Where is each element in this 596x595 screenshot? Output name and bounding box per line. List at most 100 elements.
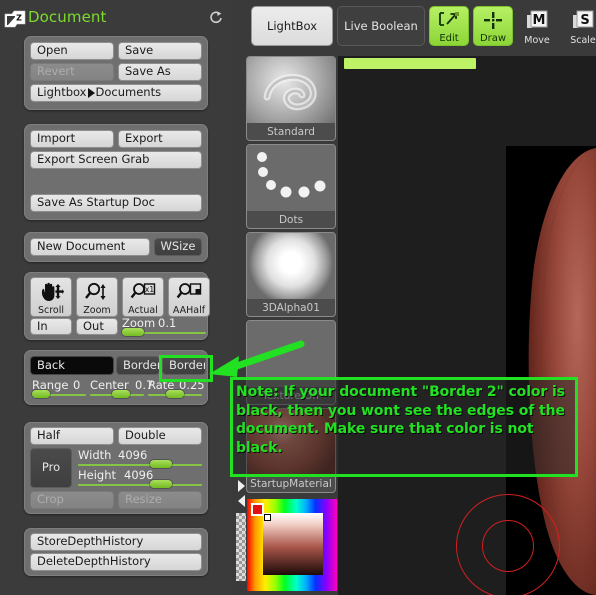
center-slider-knob[interactable] bbox=[112, 390, 130, 398]
aahalf-label: AAHalf bbox=[172, 304, 206, 316]
live-boolean-button[interactable]: Live Boolean bbox=[337, 6, 425, 46]
delete-depth-history-button[interactable]: DeleteDepthHistory bbox=[30, 553, 202, 571]
document-canvas[interactable] bbox=[338, 56, 596, 595]
lightbox-documents-button[interactable]: Lightbox Documents bbox=[30, 84, 202, 102]
save-as-startup-doc-button[interactable]: Save As Startup Doc bbox=[30, 194, 202, 212]
wsize-button[interactable]: WSize bbox=[154, 238, 202, 256]
stroke-dots-preview bbox=[247, 145, 335, 211]
width-slider-label: Width bbox=[78, 448, 112, 462]
width-slider-knob[interactable] bbox=[150, 460, 172, 468]
move-key-icon: M bbox=[523, 6, 551, 35]
zbrush-window: Z Document Open Save Revert Save As Ligh… bbox=[0, 0, 596, 595]
center-slider[interactable]: Center 0.7 bbox=[90, 378, 153, 398]
scale-button[interactable]: S Scale bbox=[566, 6, 596, 46]
magnifier-aahalf-icon bbox=[169, 278, 209, 306]
scale-label: Scale bbox=[570, 35, 596, 46]
brush-cursor-inner bbox=[482, 520, 534, 572]
move-button[interactable]: M Move bbox=[520, 6, 554, 46]
import-button[interactable]: Import bbox=[30, 130, 114, 148]
page-title: Document bbox=[28, 8, 107, 26]
navigation-group: Scroll Zoom x1 Actual AAHalf In Out Zoom… bbox=[24, 272, 210, 340]
pro-button[interactable]: Pro bbox=[30, 448, 72, 488]
move-label: Move bbox=[524, 35, 550, 46]
resize-button: Resize bbox=[118, 491, 202, 509]
stroke-name: Dots bbox=[247, 211, 335, 228]
brush-name: Standard bbox=[247, 123, 335, 140]
svg-text:S: S bbox=[580, 13, 589, 28]
document-size-group: Half Double Pro Width 4096 Height 4096 C… bbox=[24, 422, 208, 514]
annotation-text: Note: If your document "Border 2" color … bbox=[236, 384, 565, 456]
alpha-name: 3DAlpha01 bbox=[247, 299, 335, 316]
rate-slider-value: 0.25 bbox=[179, 378, 205, 392]
revert-button: Revert bbox=[30, 63, 114, 81]
export-button[interactable]: Export bbox=[118, 130, 202, 148]
color-picker[interactable] bbox=[247, 499, 337, 591]
actual-label: Actual bbox=[128, 304, 158, 316]
double-size-button[interactable]: Double bbox=[118, 427, 202, 445]
height-slider[interactable]: Height 4096 bbox=[78, 468, 202, 488]
top-toolbar: LightBox Live Boolean Edit Draw M Move S… bbox=[240, 0, 596, 52]
svg-text:M: M bbox=[533, 13, 546, 28]
export-screen-grab-button[interactable]: Export Screen Grab bbox=[30, 151, 202, 169]
depth-history-group: StoreDepthHistory DeleteDepthHistory bbox=[24, 528, 208, 576]
alpha-sphere-preview bbox=[247, 233, 335, 299]
range-slider[interactable]: Range 0 bbox=[32, 378, 86, 398]
lightbox-label: Lightbox bbox=[37, 85, 87, 100]
scroll-label: Scroll bbox=[37, 304, 65, 316]
save-as-button[interactable]: Save As bbox=[118, 63, 202, 81]
draw-label: Draw bbox=[479, 33, 507, 44]
zoom-button[interactable]: Zoom bbox=[76, 277, 118, 317]
scale-key-icon: S bbox=[569, 6, 596, 35]
draw-button[interactable]: Draw bbox=[473, 6, 513, 46]
document-palette-sidebar: Z Document Open Save Revert Save As Ligh… bbox=[0, 0, 232, 595]
height-slider-knob[interactable] bbox=[150, 480, 172, 488]
height-slider-label: Height bbox=[78, 468, 117, 482]
io-group: Import Export Export Screen Grab Save As… bbox=[24, 124, 208, 220]
width-slider-track bbox=[78, 464, 202, 466]
width-slider[interactable]: Width 4096 bbox=[78, 448, 202, 468]
width-slider-value: 4096 bbox=[118, 448, 148, 462]
color-picker-sv-marker[interactable] bbox=[264, 514, 271, 521]
zoom-slider-knob[interactable] bbox=[122, 328, 144, 336]
zoom-label: Zoom bbox=[83, 304, 111, 316]
edit-label: Edit bbox=[439, 33, 459, 44]
magnifier-actual-size-icon: x1 bbox=[123, 278, 163, 306]
color-picker-hue-marker[interactable] bbox=[251, 503, 264, 516]
alpha-thumbnail[interactable]: 3DAlpha01 bbox=[246, 232, 336, 317]
save-button[interactable]: Save bbox=[118, 42, 202, 60]
alpha-checker-strip[interactable] bbox=[236, 513, 246, 581]
brush-thumbnail[interactable]: Standard bbox=[246, 56, 336, 141]
color-picker-sv-square[interactable] bbox=[263, 513, 323, 575]
zoom-slider[interactable]: Zoom 0.1 bbox=[122, 316, 206, 336]
svg-text:Z: Z bbox=[16, 14, 22, 23]
half-size-button[interactable]: Half bbox=[30, 427, 114, 445]
stroke-thumbnail[interactable]: Dots bbox=[246, 144, 336, 229]
border-group: Back Border Border2 Range 0 Center 0.7 R… bbox=[24, 350, 208, 405]
open-button[interactable]: Open bbox=[30, 42, 114, 60]
range-slider-knob[interactable] bbox=[32, 390, 50, 398]
canvas-top-green-bar bbox=[344, 58, 476, 69]
aahalf-button[interactable]: AAHalf bbox=[168, 277, 210, 317]
edit-button[interactable]: Edit bbox=[429, 6, 469, 46]
rate-slider-knob[interactable] bbox=[166, 390, 184, 398]
magnifier-zoom-icon bbox=[77, 278, 117, 306]
document-z-icon: Z bbox=[4, 10, 26, 28]
documents-label: Documents bbox=[95, 85, 162, 100]
new-document-button[interactable]: New Document bbox=[30, 238, 150, 256]
border-color-button[interactable]: Border bbox=[116, 356, 160, 375]
zoom-in-button[interactable]: In bbox=[30, 318, 72, 335]
store-depth-history-button[interactable]: StoreDepthHistory bbox=[30, 533, 202, 551]
strip-expand-arrows[interactable] bbox=[236, 479, 246, 511]
lightbox-button[interactable]: LightBox bbox=[251, 6, 333, 46]
zoom-out-button[interactable]: Out bbox=[76, 318, 118, 335]
annotation-note: Note: If your document "Border 2" color … bbox=[230, 377, 578, 477]
file-group: Open Save Revert Save As Lightbox Documen… bbox=[24, 36, 208, 110]
palette-header: Z Document bbox=[0, 6, 232, 32]
back-color-button[interactable]: Back bbox=[30, 356, 114, 375]
scroll-button[interactable]: Scroll bbox=[30, 277, 72, 317]
border2-color-button[interactable]: Border2 bbox=[162, 356, 206, 375]
zoom-slider-value: 0.1 bbox=[158, 316, 177, 330]
reset-arrow-icon[interactable] bbox=[208, 10, 224, 26]
actual-button[interactable]: x1 Actual bbox=[122, 277, 164, 317]
rate-slider[interactable]: Rate 0.25 bbox=[148, 378, 205, 398]
